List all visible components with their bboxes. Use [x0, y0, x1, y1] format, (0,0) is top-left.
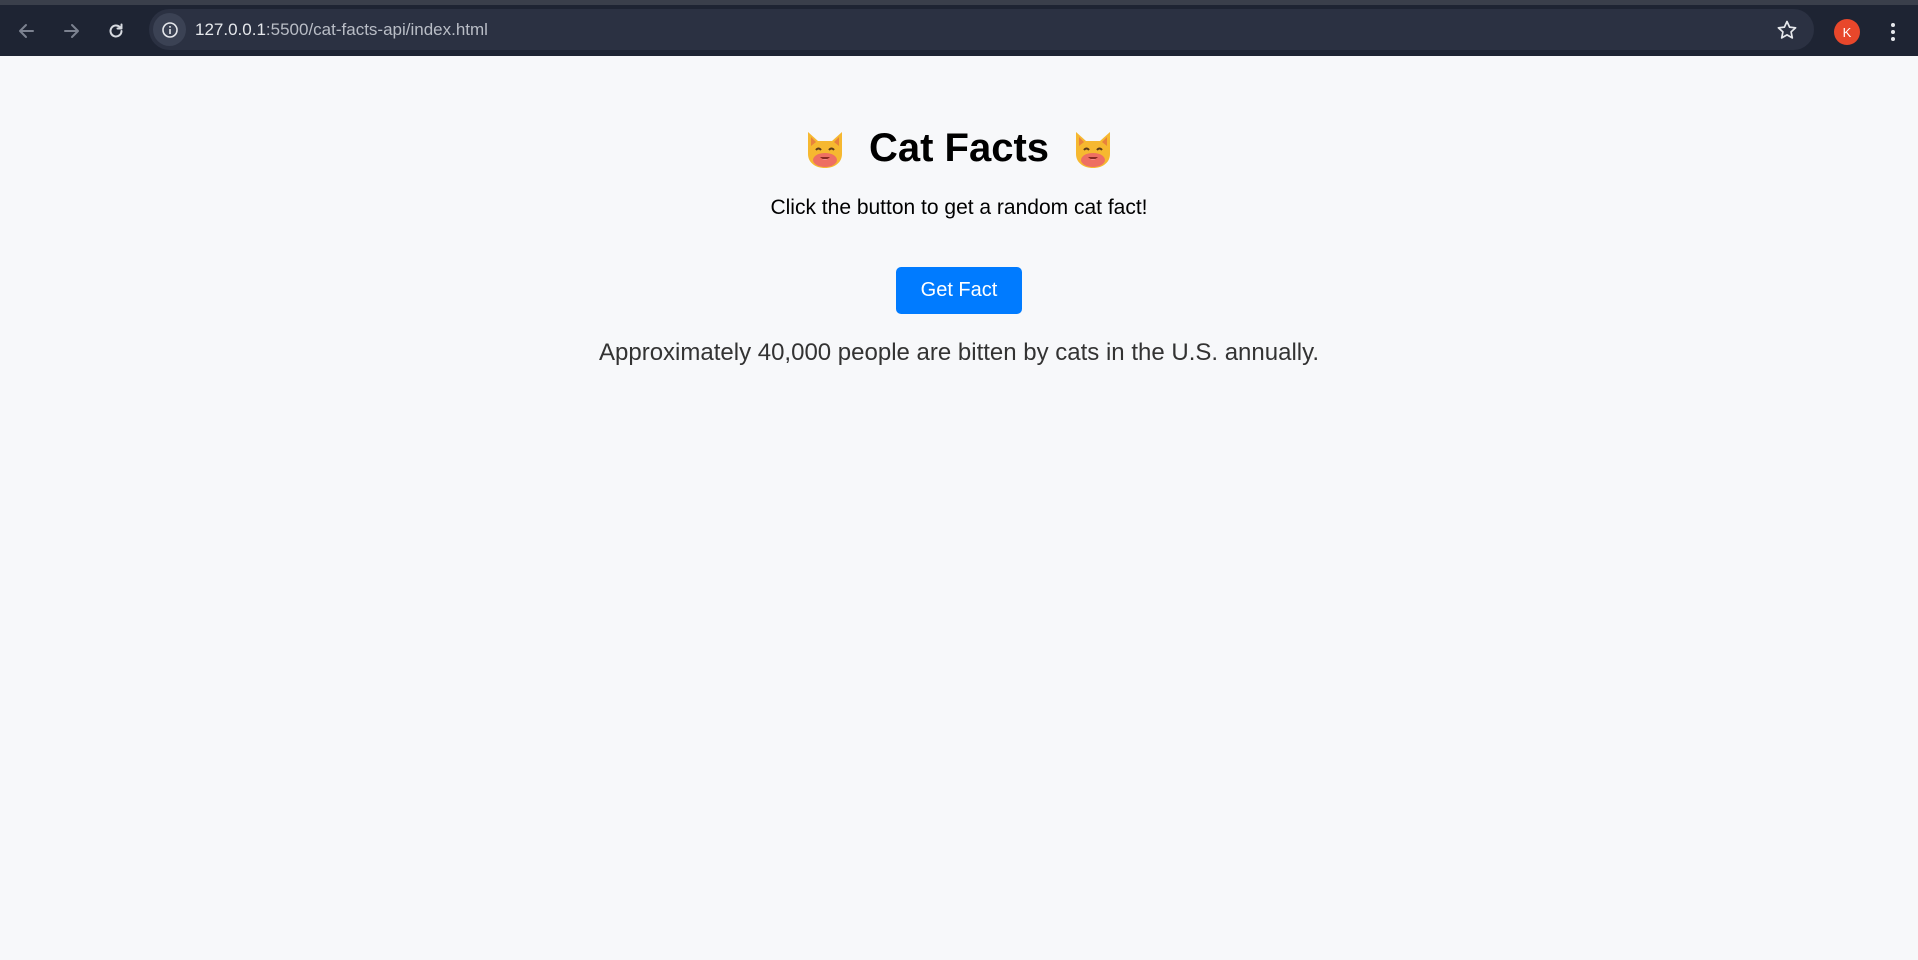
url-path: :5500/cat-facts-api/index.html	[265, 20, 488, 39]
reload-icon	[109, 23, 123, 38]
cat-face-icon	[1076, 131, 1111, 168]
arrow-left-icon	[19, 24, 34, 38]
page-title: Cat Facts	[868, 126, 1050, 170]
kebab-menu-icon	[1891, 23, 1895, 41]
avatar[interactable]: K	[1834, 19, 1860, 45]
site-info-button[interactable]	[153, 13, 186, 46]
bookmark-button[interactable]	[1774, 17, 1800, 43]
subtitle: Click the button to get a random cat fac…	[770, 196, 1148, 219]
arrow-right-icon	[64, 24, 79, 38]
browser-menu-button[interactable]	[1880, 18, 1906, 46]
url-host: 127.0.0.1	[195, 20, 266, 39]
star-icon	[1777, 20, 1797, 39]
title-row: Cat Facts	[0, 126, 1918, 171]
cat-face-icon	[807, 131, 842, 168]
cat-fact-text: Approximately 40,000 people are bitten b…	[599, 339, 1319, 366]
browser-toolbar: 127.0.0.1:5500/cat-facts-api/index.html …	[0, 0, 1918, 56]
forward-button[interactable]	[54, 14, 88, 48]
page-content: Cat Facts Click the button to get a rand…	[0, 56, 1918, 960]
back-button[interactable]	[10, 14, 44, 48]
get-fact-button[interactable]: Get Fact	[896, 267, 1022, 314]
url-text[interactable]: 127.0.0.1:5500/cat-facts-api/index.html	[195, 9, 488, 50]
info-icon	[161, 21, 178, 38]
address-bar[interactable]: 127.0.0.1:5500/cat-facts-api/index.html	[149, 9, 1814, 50]
reload-button[interactable]	[99, 14, 133, 48]
